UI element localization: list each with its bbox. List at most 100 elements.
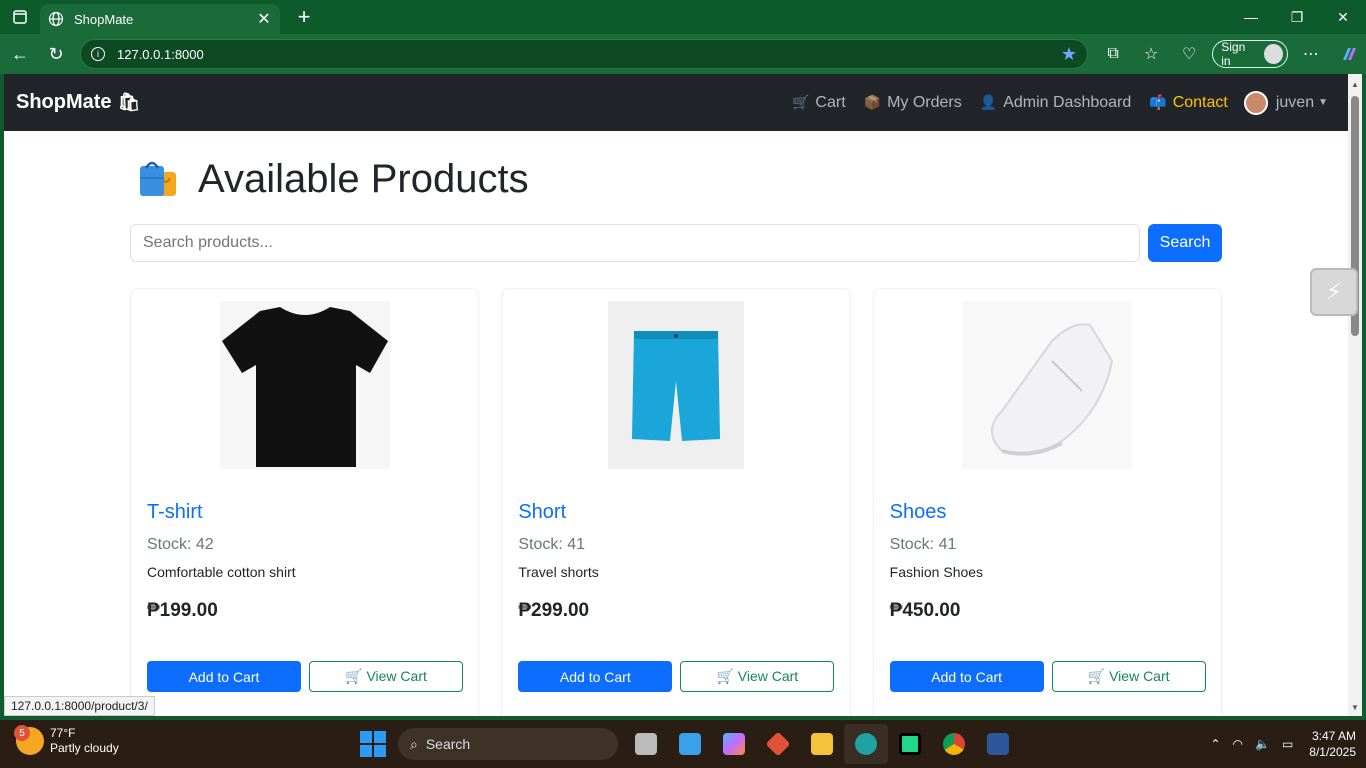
mailbox-icon: 📫: [1149, 94, 1167, 110]
view-cart-button[interactable]: 🛒 View Cart: [680, 661, 835, 692]
nav-admin-dashboard[interactable]: 👤 Admin Dashboard: [980, 94, 1132, 112]
task-view-icon[interactable]: [624, 724, 668, 764]
chrome-icon[interactable]: [932, 724, 976, 764]
shopping-bag-icon: 🛍: [117, 92, 141, 112]
close-tab-icon[interactable]: ✕: [256, 9, 272, 29]
product-price: ₱299.00: [518, 600, 590, 621]
taskbar-search[interactable]: ⌕ Search: [398, 728, 618, 760]
user-menu[interactable]: juven ▼: [1243, 90, 1328, 115]
admin-icon: 👤: [979, 94, 998, 110]
package-icon: 📦: [863, 94, 882, 110]
product-card: Short Stock: 41 Travel shorts ₱299.00 Ad…: [501, 288, 851, 716]
tab-title: ShopMate: [74, 11, 134, 27]
floating-widget-icon[interactable]: ⚡: [1310, 268, 1358, 316]
restore-icon[interactable]: ❐: [1274, 0, 1320, 34]
cart-icon: 🛒: [1087, 668, 1110, 684]
site-navbar: ShopMate 🛍 🛒 Cart 📦 My Orders 👤 Admin Dashb…: [4, 74, 1348, 131]
battery-icon[interactable]: ▭: [1282, 737, 1293, 751]
product-image-tshirt[interactable]: [219, 301, 390, 469]
nav-cart[interactable]: 🛒 Cart: [792, 94, 846, 112]
globe-icon: [48, 11, 64, 27]
user-avatar: [1243, 90, 1268, 115]
product-grid: T-shirt Stock: 42 Comfortable cotton shi…: [130, 288, 1222, 716]
product-price: ₱199.00: [147, 600, 218, 621]
minimize-icon[interactable]: —: [1228, 0, 1274, 34]
page-title: Available Products: [198, 157, 529, 201]
tab-actions-icon[interactable]: [0, 0, 40, 34]
site-info-icon[interactable]: i: [91, 47, 105, 61]
page-viewport: ShopMate 🛍 🛒 Cart 📦 My Orders 👤 Admin Dashb…: [4, 74, 1348, 716]
show-hidden-icons[interactable]: ⌃: [1210, 737, 1220, 751]
product-description: Comfortable cotton shirt: [147, 564, 296, 580]
address-bar[interactable]: i 127.0.0.1:8000 ★: [80, 39, 1088, 69]
git-app-icon[interactable]: [756, 724, 800, 764]
brand-name: ShopMate: [16, 91, 112, 113]
search-icon: ⌕: [410, 735, 418, 752]
link-status-url: 127.0.0.1:8000/product/3/: [4, 696, 155, 716]
browser-toolbar: ← ↻ i 127.0.0.1:8000 ★ ⧉ ☆ ♡ Sign in ⋯: [0, 34, 1366, 74]
word-icon[interactable]: [976, 724, 1020, 764]
page-heading: Available Products: [130, 157, 1222, 202]
weather-desc: Partly cloudy: [50, 741, 119, 755]
favorite-star-icon[interactable]: ★: [1061, 44, 1077, 65]
cart-icon: 🛒: [345, 668, 367, 684]
brand-logo[interactable]: ShopMate 🛍: [16, 91, 140, 114]
volume-icon[interactable]: 🔈: [1255, 737, 1270, 751]
sign-in-label: Sign in: [1221, 40, 1246, 68]
system-clock[interactable]: 3:47 AM 8/1/2025: [1309, 728, 1356, 760]
product-price: ₱450.00: [889, 600, 961, 621]
refresh-icon[interactable]: ↻: [38, 36, 74, 72]
browser-essentials-icon[interactable]: ♡: [1170, 34, 1208, 74]
add-to-cart-button[interactable]: Add to Cart: [518, 661, 673, 692]
page-scrollbar[interactable]: ▲ ▼: [1348, 74, 1362, 716]
scroll-down-icon[interactable]: ▼: [1351, 703, 1359, 712]
nav-my-orders[interactable]: 📦 My Orders: [864, 94, 962, 112]
add-to-cart-button[interactable]: Add to Cart: [147, 661, 301, 692]
scroll-up-icon[interactable]: ▲: [1351, 80, 1359, 89]
start-button[interactable]: [360, 731, 386, 757]
copilot-icon[interactable]: [1330, 34, 1366, 74]
view-cart-button[interactable]: 🛒 View Cart: [309, 661, 463, 692]
main-container: Available Products Search T-shirt Stock:…: [130, 131, 1222, 716]
extensions-icon[interactable]: ⧉: [1094, 34, 1132, 74]
sign-in-button[interactable]: Sign in: [1212, 40, 1288, 68]
weather-widget[interactable]: 5 77°F Partly cloudy: [14, 725, 119, 756]
edge-icon[interactable]: [844, 724, 888, 764]
close-window-icon[interactable]: ✕: [1320, 0, 1366, 34]
chevron-down-icon: ▼: [1318, 97, 1328, 108]
view-cart-button[interactable]: 🛒 View Cart: [1051, 661, 1206, 692]
product-card: T-shirt Stock: 42 Comfortable cotton shi…: [130, 288, 480, 716]
add-to-cart-button[interactable]: Add to Cart: [889, 661, 1044, 692]
product-name[interactable]: Short: [518, 501, 833, 524]
nav-contact[interactable]: 📫 Contact: [1149, 94, 1228, 112]
browser-tabbar: ShopMate ✕ + — ❐ ✕: [0, 0, 1366, 34]
file-explorer-icon[interactable]: [800, 724, 844, 764]
cart-icon: 🛒: [791, 94, 810, 110]
shopping-bags-icon: [136, 158, 180, 202]
browser-tab[interactable]: ShopMate ✕: [40, 4, 280, 34]
search-form: Search: [130, 224, 1222, 262]
product-name[interactable]: T-shirt: [147, 501, 462, 524]
more-options-icon[interactable]: ⋯: [1292, 34, 1330, 74]
windows-taskbar: 5 77°F Partly cloudy ⌕ Search ⌃ ◠ 🔈 ▭ 3:…: [0, 720, 1366, 768]
weather-temp: 77°F: [50, 726, 76, 740]
weather-badge: 5: [14, 725, 30, 741]
product-stock: Stock: 41: [518, 536, 586, 553]
copilot-app-icon[interactable]: [712, 724, 756, 764]
back-icon[interactable]: ←: [2, 36, 38, 72]
product-image-shoes[interactable]: [962, 301, 1133, 469]
product-name[interactable]: Shoes: [890, 501, 1205, 524]
favorites-icon[interactable]: ☆: [1132, 34, 1170, 74]
product-description: Travel shorts: [518, 564, 599, 580]
search-input[interactable]: [130, 224, 1140, 262]
new-tab-icon[interactable]: +: [288, 2, 320, 32]
pycharm-icon[interactable]: [888, 724, 932, 764]
wifi-icon[interactable]: ◠: [1233, 737, 1243, 751]
search-button[interactable]: Search: [1148, 224, 1222, 262]
notepad-icon[interactable]: [668, 724, 712, 764]
product-stock: Stock: 42: [147, 536, 214, 553]
product-image-short[interactable]: [607, 301, 744, 469]
product-description: Fashion Shoes: [889, 564, 984, 580]
cart-icon: 🛒: [716, 668, 738, 684]
weather-icon: 5: [14, 725, 44, 755]
